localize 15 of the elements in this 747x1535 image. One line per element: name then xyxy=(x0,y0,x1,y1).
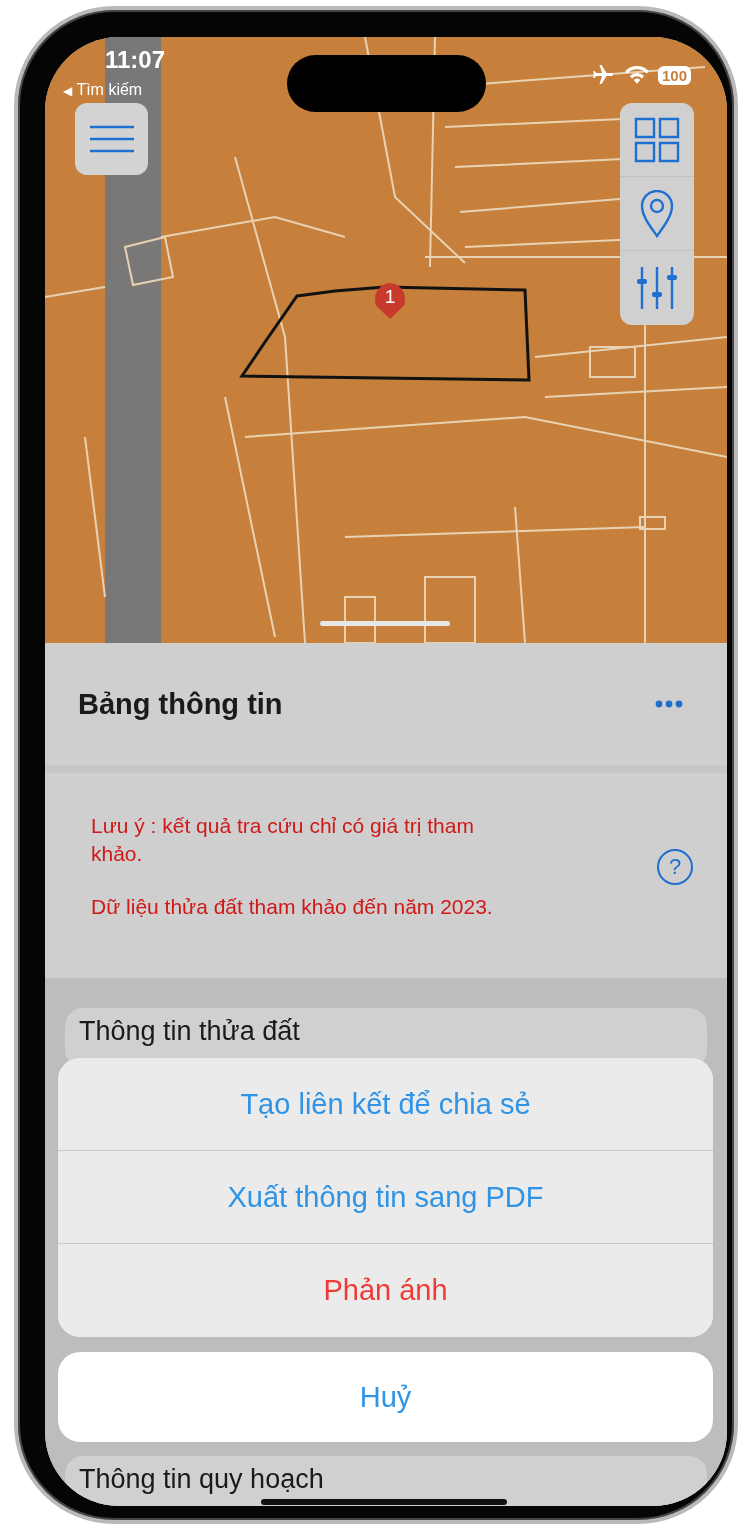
menu-button[interactable] xyxy=(75,103,148,175)
wifi-icon xyxy=(623,65,650,85)
section-title: Thông tin quy hoạch xyxy=(79,1464,324,1494)
sliders-icon xyxy=(636,266,678,310)
menu-icon xyxy=(87,125,136,153)
help-button[interactable]: ? xyxy=(657,848,693,885)
notice-text: Dữ liệu thửa đất tham khảo đến năm 2023. xyxy=(91,893,494,920)
section-title: Thông tin thửa đất xyxy=(79,1016,300,1046)
location-pin-icon xyxy=(640,189,674,238)
action-button[interactable]: Tạo liên kết để chia sẻ xyxy=(58,1058,713,1151)
back-link[interactable]: ◀ Tìm kiếm xyxy=(63,81,143,99)
cancel-button[interactable]: Huỷ xyxy=(58,1352,713,1442)
grid-icon xyxy=(634,116,680,163)
panel-title: Bảng thông tin xyxy=(78,687,283,721)
notice-text: Lưu ý : kết quả tra cứu chỉ có giá trị tham khảo. xyxy=(91,813,475,868)
